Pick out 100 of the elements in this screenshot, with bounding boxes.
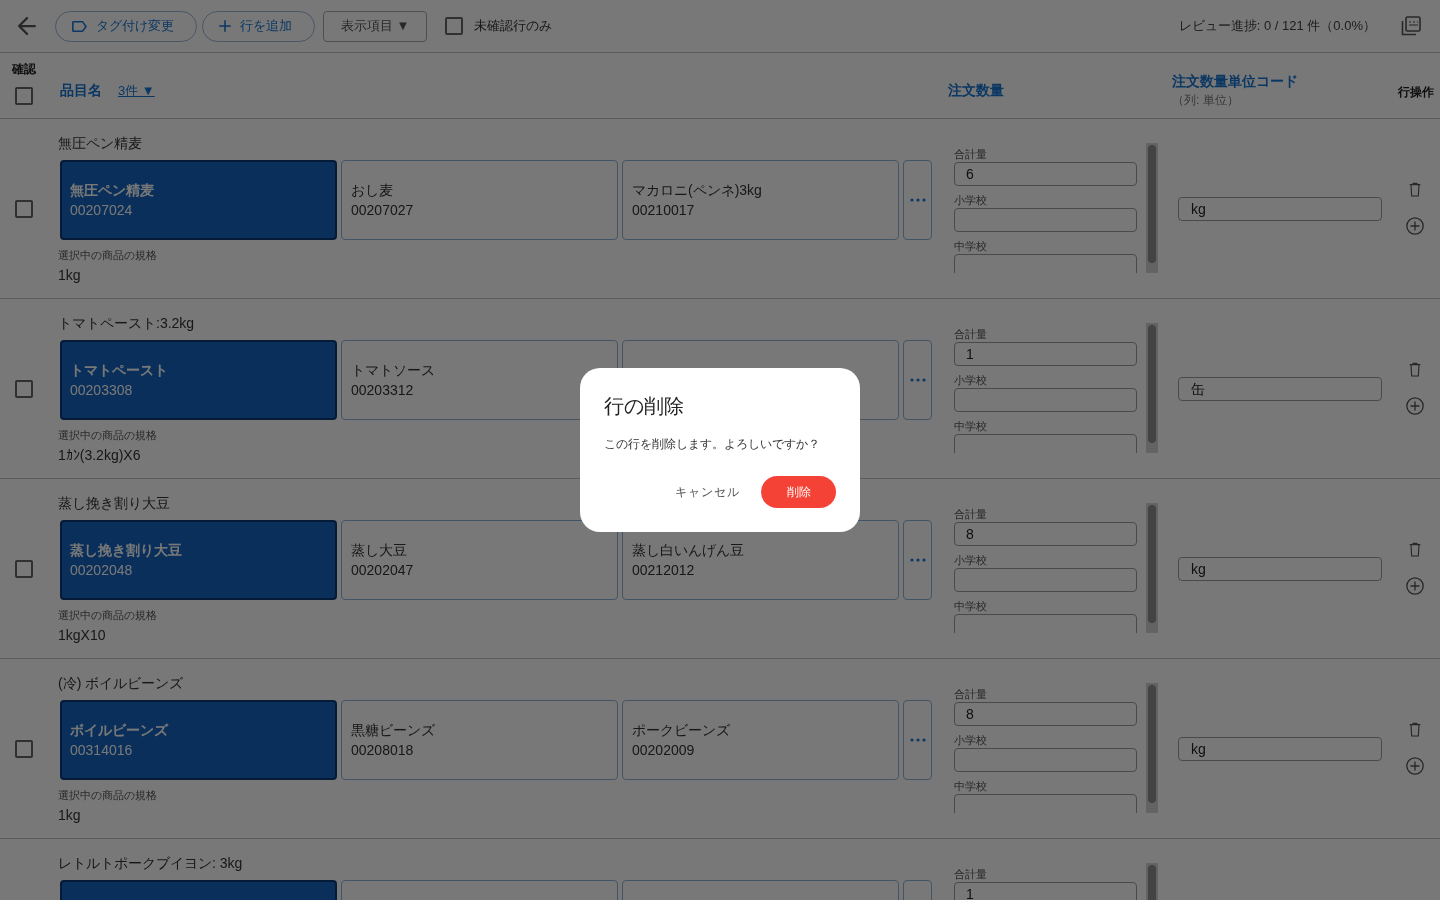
product-title: トマトペースト:3.2kg bbox=[58, 314, 195, 333]
checkbox[interactable] bbox=[15, 559, 33, 578]
product-name: トマトソース bbox=[351, 361, 436, 380]
spec-label: 選択中の商品の規格 bbox=[58, 248, 157, 262]
quantity-field[interactable] bbox=[954, 254, 1137, 273]
scrollbar[interactable] bbox=[1146, 503, 1158, 633]
column-note: （列: 単位） bbox=[1172, 92, 1239, 109]
quantity-field[interactable]: 1 bbox=[954, 882, 1137, 900]
product-name: 蒸し白いんげん豆 bbox=[632, 541, 745, 560]
spec-value: 1ｶﾝ(3.2kg)X6 bbox=[58, 446, 141, 465]
count-link[interactable]: 3件 ▼ bbox=[118, 82, 155, 100]
trash-icon[interactable] bbox=[1409, 722, 1421, 738]
product-name: ポークビーンズ bbox=[632, 721, 731, 740]
add-row-button[interactable]: 行を追加 bbox=[202, 10, 315, 42]
quantity-field[interactable] bbox=[954, 794, 1137, 813]
product-name: 無圧ペン精麦 bbox=[70, 181, 155, 200]
product-card[interactable]: 蒸し挽き割り大豆 00202048 bbox=[60, 520, 337, 600]
scrollbar-thumb[interactable] bbox=[1148, 325, 1156, 443]
delete-button[interactable]: 削除 bbox=[761, 476, 836, 508]
tag-edit-button[interactable]: タグ付け変更 bbox=[55, 10, 197, 42]
quantity-field[interactable] bbox=[954, 614, 1137, 633]
add-row-icon[interactable] bbox=[1406, 577, 1424, 595]
add-row-icon[interactable] bbox=[1406, 217, 1424, 235]
product-title: 無圧ペン精麦 bbox=[58, 134, 142, 153]
product-card[interactable]: ボイルビーンズ 00314016 bbox=[60, 700, 337, 780]
product-code: 00203312 bbox=[351, 381, 415, 400]
product-card[interactable]: 蒸し大豆 00202047 bbox=[341, 520, 618, 600]
more-button[interactable] bbox=[903, 700, 932, 780]
quantity-field[interactable]: 6 bbox=[954, 162, 1137, 186]
product-name: おし麦 bbox=[351, 181, 394, 200]
product-card[interactable]: 黒糖ビーンズ 00208018 bbox=[341, 700, 618, 780]
scrollbar-thumb[interactable] bbox=[1148, 145, 1156, 263]
trash-icon[interactable] bbox=[1409, 362, 1421, 378]
add-row-icon[interactable] bbox=[1406, 397, 1424, 415]
product-card[interactable]: マカロニ(ペンネ)3kg 00210017 bbox=[622, 160, 899, 240]
product-code: 00314016 bbox=[70, 741, 134, 760]
checkbox[interactable] bbox=[445, 17, 464, 35]
product-title: レトルトポークブイヨン: 3kg bbox=[58, 854, 243, 873]
product-code: 00202048 bbox=[70, 561, 134, 580]
product-card[interactable]: トマトペースト 00203308 bbox=[60, 340, 337, 420]
quantity-field[interactable] bbox=[954, 434, 1137, 453]
ellipsis-icon bbox=[909, 378, 926, 382]
trash-icon[interactable] bbox=[1409, 182, 1421, 198]
columns-menu-button[interactable]: 表示項目 ▼ bbox=[323, 10, 428, 42]
spec-label: 選択中の商品の規格 bbox=[58, 608, 157, 622]
unit-field[interactable]: 缶 bbox=[1178, 376, 1382, 401]
dialog-message: この行を削除します。よろしいですか？ bbox=[604, 436, 821, 453]
scrollbar[interactable] bbox=[1146, 143, 1158, 273]
add-row-icon[interactable] bbox=[1406, 757, 1424, 775]
quantity-label: 合計量 bbox=[954, 687, 987, 701]
quantity-label: 中学校 bbox=[954, 599, 987, 613]
product-code: 00212012 bbox=[632, 561, 696, 580]
unit-field[interactable]: kg bbox=[1178, 196, 1382, 221]
ellipsis-icon bbox=[909, 558, 926, 562]
quantity-field[interactable] bbox=[954, 748, 1137, 772]
back-arrow-icon[interactable] bbox=[18, 17, 36, 35]
plus-icon bbox=[219, 20, 231, 32]
product-code: 00207027 bbox=[351, 201, 415, 220]
spec-value: 1kgX10 bbox=[58, 626, 106, 645]
product-code: 00203308 bbox=[70, 381, 134, 400]
quantity-field[interactable]: 8 bbox=[954, 522, 1137, 546]
scrollbar[interactable] bbox=[1146, 683, 1158, 813]
tag-icon bbox=[72, 20, 87, 32]
quantity-field[interactable]: 8 bbox=[954, 702, 1137, 726]
column-header: 行操作 bbox=[1398, 85, 1434, 99]
column-header: 品目名 bbox=[60, 81, 102, 100]
scrollbar-thumb[interactable] bbox=[1148, 505, 1156, 623]
column-header: 注文数量単位コード bbox=[1172, 72, 1298, 91]
quantity-field[interactable] bbox=[954, 388, 1137, 412]
more-button[interactable] bbox=[903, 160, 932, 240]
more-button[interactable] bbox=[903, 520, 932, 600]
checkbox[interactable] bbox=[15, 87, 33, 105]
filter-label: 未確認行のみ bbox=[474, 17, 553, 35]
scrollbar-thumb[interactable] bbox=[1148, 685, 1156, 803]
product-code: 00207024 bbox=[70, 201, 134, 220]
trash-icon[interactable] bbox=[1409, 542, 1421, 558]
more-button[interactable] bbox=[903, 340, 932, 420]
product-card[interactable]: 無圧ペン精麦 00207024 bbox=[60, 160, 337, 240]
quantity-label: 小学校 bbox=[954, 733, 987, 747]
quantity-field[interactable] bbox=[954, 208, 1137, 232]
column-header: 注文数量 bbox=[948, 82, 1004, 98]
quantity-label: 小学校 bbox=[954, 373, 987, 387]
unit-field[interactable]: kg bbox=[1178, 556, 1382, 581]
product-card[interactable]: おし麦 00207027 bbox=[341, 160, 618, 240]
scrollbar[interactable] bbox=[1146, 323, 1158, 453]
quantity-label: 中学校 bbox=[954, 779, 987, 793]
product-code: 00210017 bbox=[632, 201, 696, 220]
quantity-field[interactable]: 1 bbox=[954, 342, 1137, 366]
product-card[interactable]: ポークビーンズ 00202009 bbox=[622, 700, 899, 780]
checkbox[interactable] bbox=[15, 199, 33, 218]
checkbox[interactable] bbox=[15, 379, 33, 398]
product-title: (冷) ボイルビーンズ bbox=[58, 674, 184, 693]
checkbox[interactable] bbox=[15, 739, 33, 758]
documents-stack-icon[interactable] bbox=[1401, 16, 1421, 36]
unit-field[interactable]: kg bbox=[1178, 736, 1382, 761]
product-name: 黒糖ビーンズ bbox=[351, 721, 436, 740]
quantity-label: 合計量 bbox=[954, 327, 987, 341]
cancel-button[interactable]: キャンセル bbox=[667, 476, 748, 508]
product-name: 蒸し挽き割り大豆 bbox=[70, 541, 183, 560]
quantity-field[interactable] bbox=[954, 568, 1137, 592]
